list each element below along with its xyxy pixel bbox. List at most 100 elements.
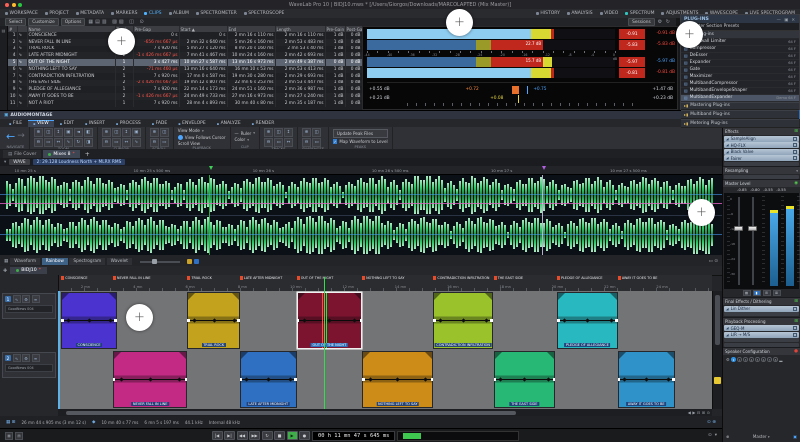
add-playback-fx-icon[interactable]: ⊞ [794,319,798,324]
zoom-1-1-icon[interactable]: ▣ [64,128,73,137]
audiomontage-header[interactable]: ▣ AUDIOMONTAGE [0,111,722,119]
plugin-slot[interactable]: ◢Fairer [724,155,799,161]
select-button[interactable]: Select [5,18,26,26]
fade-in-shape[interactable] [495,352,502,359]
montage-clip[interactable]: PLEDGE OF ALLEGIANCE [557,292,618,349]
empty-effect-slot[interactable] [724,162,799,166]
fader-handle-right[interactable] [748,226,757,231]
montage-clip[interactable]: CONTRADICTION INFILTRATION [433,292,493,349]
track-menu-icon[interactable]: ≡ [32,295,40,303]
table-row[interactable]: 7∿CONTRADICTION INFILTRATION17 s 920 ms1… [8,73,362,80]
track-add-icon[interactable]: ⊕ [264,128,273,137]
ribbon-tab-render[interactable]: ▪RENDER [247,120,280,127]
plugin-item[interactable]: ▥Compressor64 F [681,46,799,53]
tab-album[interactable]: ALBUM [169,11,189,16]
clip-edge-handle[interactable] [185,378,188,381]
option-view-mode[interactable]: View Mode▾ [178,128,226,133]
balance-marker[interactable] [512,86,519,94]
ribbon-tab-fade[interactable]: ▪FADE [147,120,172,127]
status-right-icons[interactable]: ⊙ ⊕ [707,420,716,425]
view-tab-wavelet[interactable]: Wavelet [107,258,132,265]
resampling-slot[interactable] [724,175,799,179]
plugin-slot[interactable]: ◢Black Valve [724,149,799,155]
panel-window-control-icons[interactable]: — ▣ ✕ [777,17,796,22]
vscroll-thumb[interactable] [715,295,720,345]
option-ruler[interactable]: —Ruler▾ [235,131,255,136]
clip-edge-handle[interactable] [362,378,365,381]
zoom-audio-icon[interactable]: ∿ [64,138,73,147]
fade-out-shape[interactable] [354,293,361,300]
clip-edge-handle[interactable] [237,319,240,322]
tab-spectrum[interactable]: SPECTRUM [625,11,654,16]
scroll-end-icon[interactable]: ⊖ [150,138,159,147]
tab-workspace[interactable]: WORKSPACE [5,11,38,16]
back-arrow-icon[interactable]: ← [6,131,15,142]
resampling-section-header[interactable]: Resampling▾ [723,166,800,174]
plugin-item[interactable]: ▥Expander64 F [681,60,799,67]
zoom-in-icon[interactable]: ⊕ [34,128,43,137]
track-header-1[interactable]: 1∿⚙≡GoodNews 004 [2,293,56,319]
map-waveform-checkbox[interactable]: ✓Map Waveform to Level [333,139,388,144]
final-effects-header[interactable]: Final Effects / Dithering⊞ [723,297,800,305]
slot-bypass-icon[interactable] [793,333,797,337]
fade-in-shape[interactable] [434,293,441,300]
zoom-loop-icon[interactable]: ↻ [74,138,83,147]
fade-out-shape[interactable] [289,352,296,359]
clip-edge-handle[interactable] [113,378,116,381]
table-row[interactable]: 5∿OUT OF THE NIGHT13 s 427 ms10 mn 27 s … [8,59,362,66]
slot-bypass-icon[interactable] [793,137,797,141]
montage-marker[interactable]: NOTHING LEFT TO SAY [362,276,404,280]
master-output-select[interactable]: Master ▾ [753,434,770,439]
table-row[interactable]: 6∿NOTHING LEFT TO SAY2-71 ms 460 µs13 mn… [8,66,362,73]
montage-vertical-scrollbar[interactable] [712,291,722,409]
snapshot-recall-icon[interactable]: ⊖ [302,138,311,147]
zoom-out-icon[interactable]: ⊖ [34,138,43,147]
table-row[interactable]: 2∿NEVER FALL IN LINE2-656 ms 667 µs2 mn … [8,39,362,46]
zoom-prev-icon[interactable]: ◄ [74,128,83,137]
tab-clips[interactable]: CLIPS [144,11,161,16]
montage-clip[interactable]: NOTHING LEFT TO SAY [362,351,433,408]
clip-edge-handle[interactable] [490,319,493,322]
column-header-Pre-Gain[interactable]: Pre-Gain [325,26,345,32]
balance-yellow-marker[interactable] [518,95,520,103]
fade-out-shape[interactable] [109,293,116,300]
track-header-2[interactable]: 2∿⚙≡GoodNews 004 [2,352,56,378]
monitor-icon[interactable]: ▣ [793,434,797,439]
plugin-item[interactable]: ▥MultibandExpanderDemo 64 F [681,95,799,102]
collapse-icon[interactable]: ▾ [4,160,6,165]
tab-metadata[interactable]: METADATA [76,11,104,16]
cursor-marker-icon[interactable]: ↕ [122,128,131,137]
table-row[interactable]: 4∿LATE AFTER MIDNIGHT2-1 s 426 ms 667 µs… [8,52,362,59]
zoom-vertical-icon[interactable]: ↕ [54,128,63,137]
doc-tab-mixes[interactable]: Mixes 8 * [43,150,79,158]
settings-gear-icon[interactable]: ⚙ ↻ [658,19,671,25]
meter-settings-button[interactable]: ⊞ [763,290,771,296]
zoom-slider-thumb[interactable] [152,259,157,264]
marker-yellow-icon[interactable] [187,259,192,264]
montage-marker[interactable]: AWAY IT GOES TO BE [618,276,658,280]
edit-pencil-icon[interactable] [714,377,721,384]
clip-edge-handle[interactable] [240,378,243,381]
transport-option-icon[interactable]: ▤ [15,432,23,440]
playback-processing-header[interactable]: Playback Processing⊞ [723,317,800,325]
fade-in-shape[interactable] [363,352,370,359]
montage-menu-icon[interactable]: ✚ [3,268,7,274]
plugin-group[interactable]: ▸▮Metering Plug-ins [681,119,799,128]
wave-chip[interactable]: WAVE [9,159,29,165]
ruler-marker-green[interactable] [209,166,213,170]
table-row[interactable]: 3∿TRIAL ROCK17 s 920 ms5 mn 27 s 120 ms8… [8,46,362,53]
fade-out-shape[interactable] [667,352,674,359]
doc-tab-file-cover[interactable]: ▤ File Cover [3,150,41,158]
loop-button[interactable]: ↻ [262,431,273,440]
montage-marker[interactable]: NEVER FALL IN LINE [113,276,151,280]
fast-forward-button[interactable]: ▶▶ [249,431,260,440]
ribbon-tab-envelope[interactable]: ▪ENVELOPE [173,120,210,127]
plugin-slot[interactable]: ◢L/R → M/S [724,332,799,338]
plugin-item[interactable]: ▥DeEsser64 F [681,53,799,60]
fader-track-left[interactable] [738,197,740,285]
plugin-item[interactable]: ▥MultibandCompressor64 F [681,81,799,88]
ribbon-tab-insert[interactable]: ▪INSERT [80,120,110,127]
track-menu-icon[interactable]: ≡ [32,354,40,362]
clip-edge-handle[interactable] [431,378,434,381]
view-tab-waveform[interactable]: Waveform [10,258,40,265]
